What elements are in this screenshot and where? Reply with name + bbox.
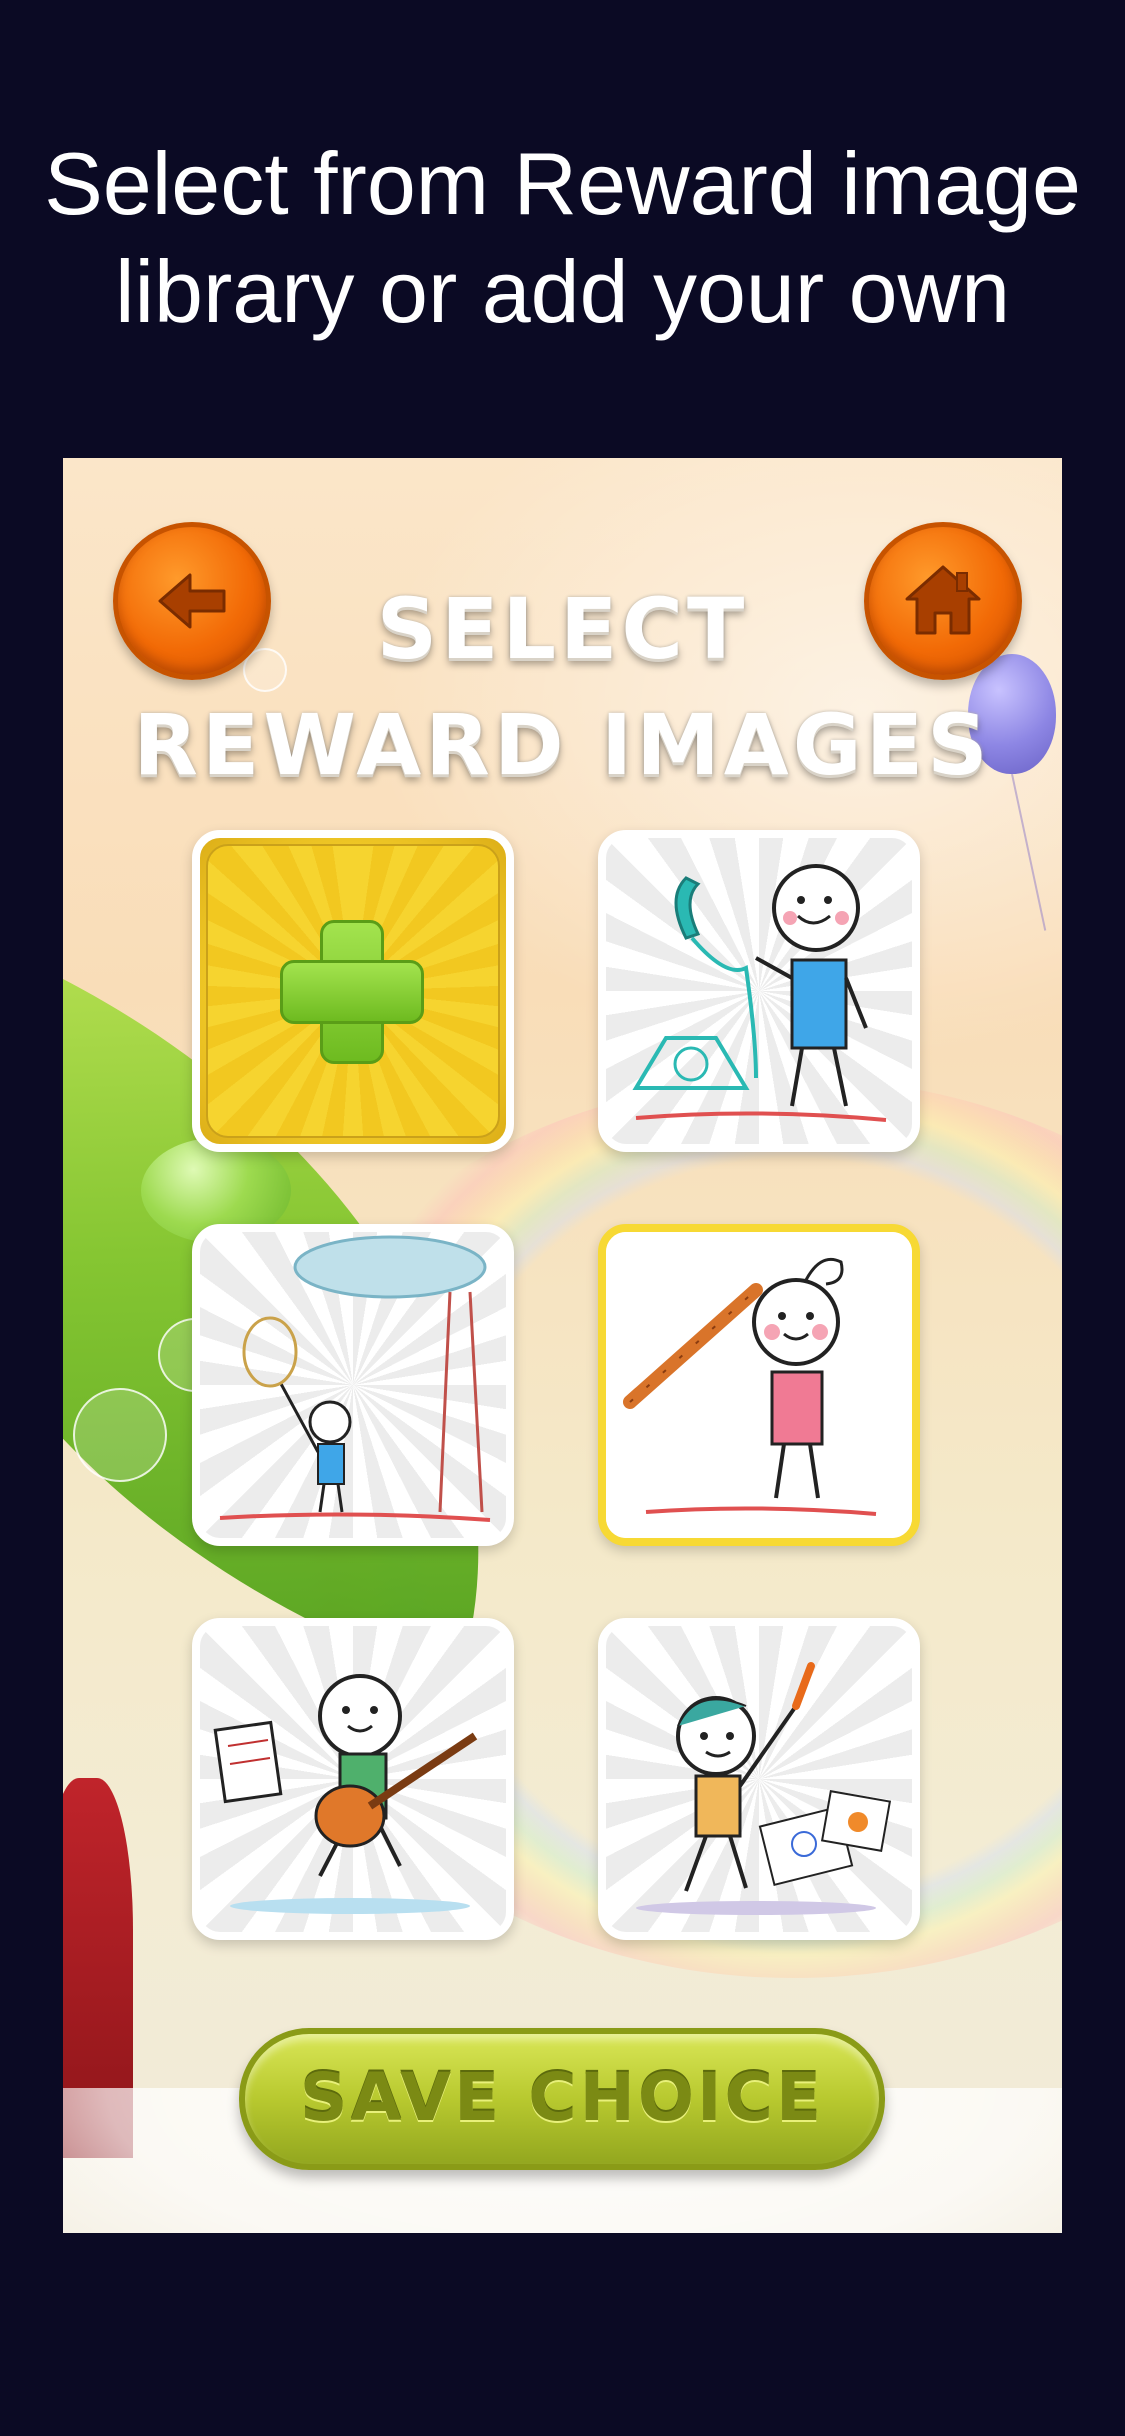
save-choice-button[interactable]: SAVE CHOICE (239, 2028, 885, 2170)
painting-illustration (636, 1662, 892, 1915)
screen-title-line-1: SELECT (376, 580, 749, 678)
reward-tile-flute[interactable] (598, 1224, 920, 1546)
plus-icon-bar (280, 960, 424, 1024)
flute-illustration (623, 1257, 877, 1516)
telephone-illustration (632, 864, 887, 1122)
balloon-string (1011, 773, 1047, 931)
reward-tile-telephone[interactable] (598, 830, 920, 1152)
bubble-decoration (73, 1388, 167, 1482)
caption-line-1: Select from Reward image (44, 134, 1081, 233)
reward-tile-butterfly-net[interactable] (192, 1224, 514, 1546)
screen-title-line-2: REWARD IMAGES (133, 696, 992, 794)
promo-caption: Select from Reward image library or add … (0, 130, 1125, 346)
caption-line-2: library or add your own (114, 242, 1011, 341)
add-image-tile[interactable] (192, 830, 514, 1152)
save-choice-label: SAVE CHOICE (299, 2059, 825, 2136)
reward-tile-guitar[interactable] (192, 1618, 514, 1940)
guitar-illustration (213, 1674, 478, 1914)
reward-tile-painting[interactable] (598, 1618, 920, 1940)
app-screen: SELECT REWARD IMAGES SAVE CHOICE (63, 458, 1062, 2233)
butterfly-net-illustration (219, 1235, 491, 1522)
